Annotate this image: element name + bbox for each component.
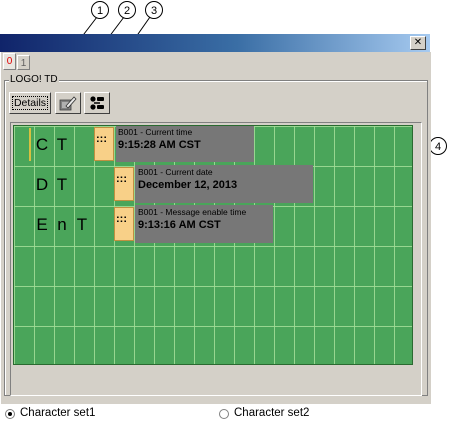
block-value: 9:15:28 AM CST [118, 139, 201, 151]
display-char[interactable]: C [32, 135, 52, 155]
window-title-bar[interactable] [0, 34, 430, 52]
display-char[interactable]: E [32, 215, 52, 235]
callout-4: 4 [429, 137, 447, 155]
callout-3: 3 [145, 1, 163, 19]
callout-1: 1 [91, 1, 109, 19]
block-tab[interactable]: ::: [114, 207, 134, 241]
block-value: 9:13:16 AM CST [138, 219, 221, 231]
block-value: December 12, 2013 [138, 179, 238, 191]
close-button[interactable]: ✕ [410, 36, 426, 50]
group-title: LOGO! TD [9, 74, 59, 85]
tab-label: 0 [6, 56, 13, 67]
display-char[interactable]: D [32, 175, 52, 195]
block-tab-dots: ::: [116, 213, 127, 225]
character-set2-label[interactable]: Character set2 [234, 407, 309, 419]
display-char[interactable]: T [52, 135, 72, 155]
tab-0[interactable]: 0 [3, 53, 16, 70]
block-label: B001 - Current date [138, 167, 213, 177]
connection-icon [90, 96, 104, 110]
block-tab[interactable]: ::: [114, 167, 134, 201]
block-tab-dots: ::: [96, 133, 107, 145]
character-set1-label[interactable]: Character set1 [20, 407, 95, 419]
tab-1[interactable]: 1 [17, 55, 30, 70]
block-tab[interactable]: ::: [94, 127, 114, 161]
block-tab-dots: ::: [116, 173, 127, 185]
details-label: Details [11, 96, 49, 110]
cursor-marker [29, 128, 31, 161]
display-char[interactable]: T [52, 175, 72, 195]
tab-label: 1 [20, 58, 27, 69]
edit-button[interactable] [55, 92, 81, 114]
character-set2-radio[interactable] [219, 409, 229, 419]
details-button[interactable]: Details [9, 92, 51, 114]
connection-button[interactable] [84, 92, 110, 114]
edit-icon [59, 96, 77, 111]
character-set1-radio[interactable] [5, 409, 15, 419]
display-char[interactable]: T [72, 215, 92, 235]
callout-2: 2 [118, 1, 136, 19]
close-icon: ✕ [413, 37, 423, 48]
block-label: B001 - Message enable time [138, 207, 247, 217]
display-char[interactable]: n [52, 215, 72, 235]
block-label: B001 - Current time [118, 127, 193, 137]
